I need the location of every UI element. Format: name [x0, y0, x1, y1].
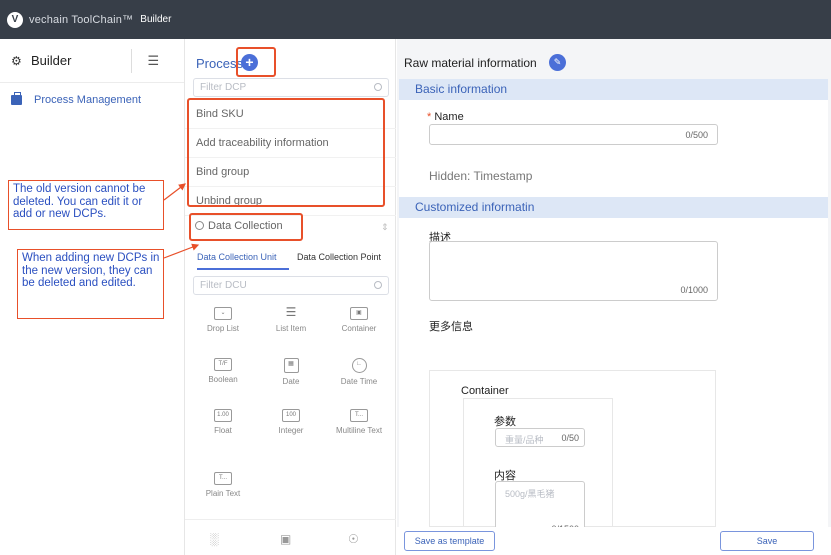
- clock-icon: ∟: [351, 358, 367, 373]
- name-label-text: Name: [434, 111, 464, 123]
- plain-text-icon: T...: [214, 472, 232, 485]
- component-date[interactable]: ▦ Date: [261, 358, 321, 386]
- component-label: Multiline Text: [335, 426, 383, 435]
- component-drop-list[interactable]: ⌄ Drop List: [193, 307, 253, 333]
- param-input[interactable]: 重量/品种 0/50: [495, 428, 585, 447]
- filter-dcu-placeholder: Filter DCU: [200, 280, 247, 291]
- drag-handle-icon[interactable]: ⇕: [381, 222, 389, 233]
- gear-icon: ⚙: [11, 53, 22, 68]
- hidden-timestamp-label: Hidden: Timestamp: [429, 169, 533, 183]
- top-bar: V vechain ToolChain™ Builder: [0, 0, 831, 39]
- description-textarea[interactable]: 0/1000: [429, 241, 718, 301]
- form-panel: Raw material information ✎ Basic informa…: [397, 39, 831, 555]
- component-label: List Item: [275, 324, 307, 333]
- component-float[interactable]: 1.00 Float: [193, 409, 253, 435]
- form-footer: Save as template Save: [397, 527, 831, 555]
- integer-icon: 100: [282, 409, 300, 422]
- component-list-item[interactable]: ☰ List Item: [261, 305, 321, 333]
- container-label: Container: [461, 385, 509, 397]
- container-group: Container 参数 重量/品种 0/50 内容 500g/黑毛猪 0/15…: [429, 370, 716, 540]
- component-container[interactable]: ▣ Container: [329, 307, 389, 333]
- component-label: Integer: [278, 426, 304, 435]
- component-plain-text[interactable]: T... Plain Text: [193, 472, 253, 498]
- annotation-new-version: When adding new DCPs in the new version,…: [17, 249, 164, 319]
- list-icon: ☰: [285, 305, 297, 319]
- more-info-label: 更多信息: [429, 321, 473, 333]
- section-customized-information: Customized informatin: [399, 197, 828, 218]
- content-placeholder: 500g/黑毛猪: [505, 489, 555, 499]
- sidebar-header: ⚙ Builder ☰: [0, 39, 184, 83]
- component-label: Date: [282, 377, 300, 386]
- float-icon: 1.00: [214, 409, 232, 422]
- edit-icon[interactable]: ✎: [549, 54, 566, 71]
- required-mark: *: [427, 111, 432, 123]
- vechain-logo-icon: V: [7, 11, 23, 28]
- filter-dcp-input[interactable]: Filter DCP: [193, 78, 389, 97]
- process-panel: Process + Filter DCP Bind SKU Add tracea…: [185, 39, 396, 555]
- more-components: ░ ▣ ☉: [185, 519, 396, 555]
- location-pin-icon[interactable]: ☉: [348, 532, 359, 546]
- highlight-box: [236, 47, 276, 77]
- active-tab-indicator: [197, 268, 289, 270]
- highlight-box: [189, 213, 303, 241]
- menu-collapse-icon[interactable]: ☰: [147, 53, 159, 69]
- dropdown-icon: ⌄: [214, 307, 232, 320]
- component-label: Boolean: [208, 375, 238, 384]
- component-label: Plain Text: [205, 489, 241, 498]
- highlight-box: [187, 98, 385, 207]
- section-basic-information: Basic information: [399, 79, 828, 100]
- sidebar-title: Builder: [31, 53, 72, 68]
- component-label: Drop List: [206, 324, 239, 333]
- description-counter: 0/1000: [680, 285, 708, 295]
- calendar-icon: ▦: [283, 358, 299, 373]
- component-label: Container: [341, 324, 377, 333]
- container-icon: ▣: [350, 307, 368, 320]
- param-placeholder: 重量/品种: [505, 435, 544, 445]
- component-label: Date Time: [340, 377, 378, 386]
- form-body: Basic information * Name 0/500 Hidden: T…: [399, 79, 828, 540]
- section-name[interactable]: Builder: [140, 14, 171, 25]
- container-inner: 参数 重量/品种 0/50 内容 500g/黑毛猪 0/1500: [463, 398, 613, 540]
- name-counter: 0/500: [685, 130, 708, 140]
- brand-name: vechain ToolChain™: [29, 13, 134, 26]
- save-button[interactable]: Save: [720, 531, 814, 551]
- filter-dcu-input[interactable]: Filter DCU: [193, 276, 389, 295]
- collection-tabs: Data Collection Unit Data Collection Poi…: [185, 250, 396, 270]
- tab-data-collection-point[interactable]: Data Collection Point: [297, 252, 381, 262]
- search-icon: [374, 281, 382, 289]
- boolean-icon: T/F: [214, 358, 232, 371]
- camera-icon[interactable]: ▣: [280, 532, 291, 546]
- component-date-time[interactable]: ∟ Date Time: [329, 358, 389, 386]
- save-as-template-button[interactable]: Save as template: [404, 531, 495, 551]
- component-boolean[interactable]: T/F Boolean: [193, 358, 253, 384]
- component-integer[interactable]: 100 Integer: [261, 409, 321, 435]
- bar-chart-icon[interactable]: ░: [210, 532, 219, 546]
- divider: [131, 48, 133, 73]
- name-label: * Name: [427, 111, 464, 123]
- form-title: Raw material information: [404, 56, 537, 70]
- filter-dcp-placeholder: Filter DCP: [200, 82, 247, 93]
- param-counter: 0/50: [561, 433, 579, 443]
- multiline-text-icon: T...: [350, 409, 368, 422]
- name-input[interactable]: 0/500: [429, 124, 718, 145]
- search-icon: [374, 83, 382, 91]
- component-multiline-text[interactable]: T... Multiline Text: [329, 409, 389, 435]
- component-label: Float: [214, 426, 232, 435]
- sidebar-item-process-management[interactable]: Process Management: [0, 83, 184, 117]
- annotation-old-version: The old version cannot be deleted. You c…: [8, 180, 164, 230]
- briefcase-icon: [11, 92, 22, 105]
- tab-data-collection-unit[interactable]: Data Collection Unit: [197, 252, 277, 262]
- sidebar-item-label: Process Management: [34, 94, 141, 106]
- param-label: 参数: [494, 416, 516, 428]
